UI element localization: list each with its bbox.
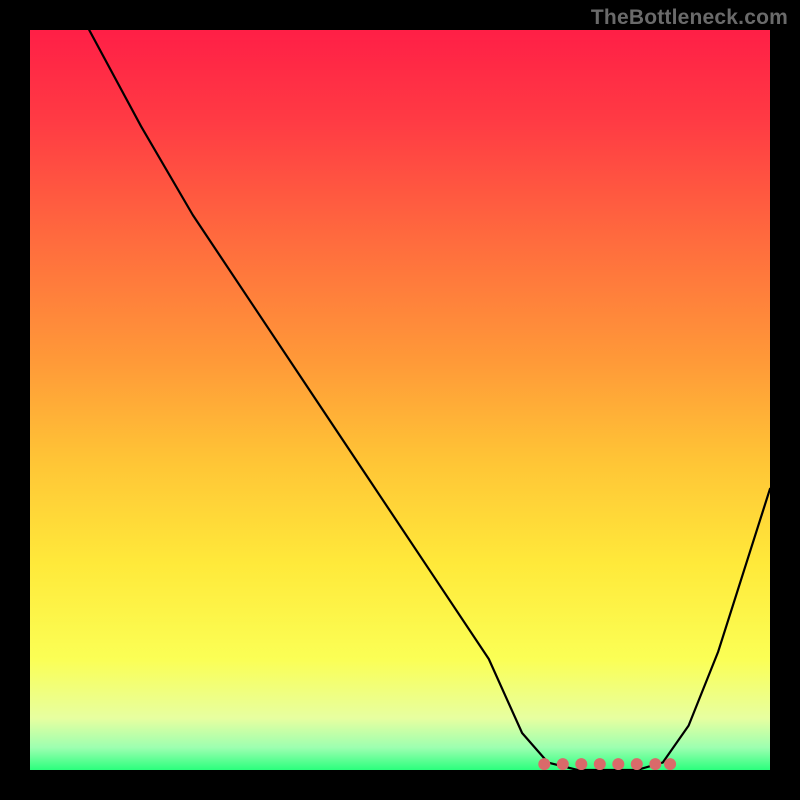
optimal-marker — [649, 758, 661, 770]
optimal-marker — [538, 758, 550, 770]
chart-frame: TheBottleneck.com — [0, 0, 800, 800]
optimal-marker — [557, 758, 569, 770]
optimal-marker — [664, 758, 676, 770]
optimal-marker — [612, 758, 624, 770]
optimal-marker — [631, 758, 643, 770]
optimal-marker — [594, 758, 606, 770]
optimal-marker — [575, 758, 587, 770]
chart-svg — [30, 30, 770, 770]
watermark-text: TheBottleneck.com — [591, 6, 788, 30]
plot-area — [30, 30, 770, 770]
gradient-background — [30, 30, 770, 770]
